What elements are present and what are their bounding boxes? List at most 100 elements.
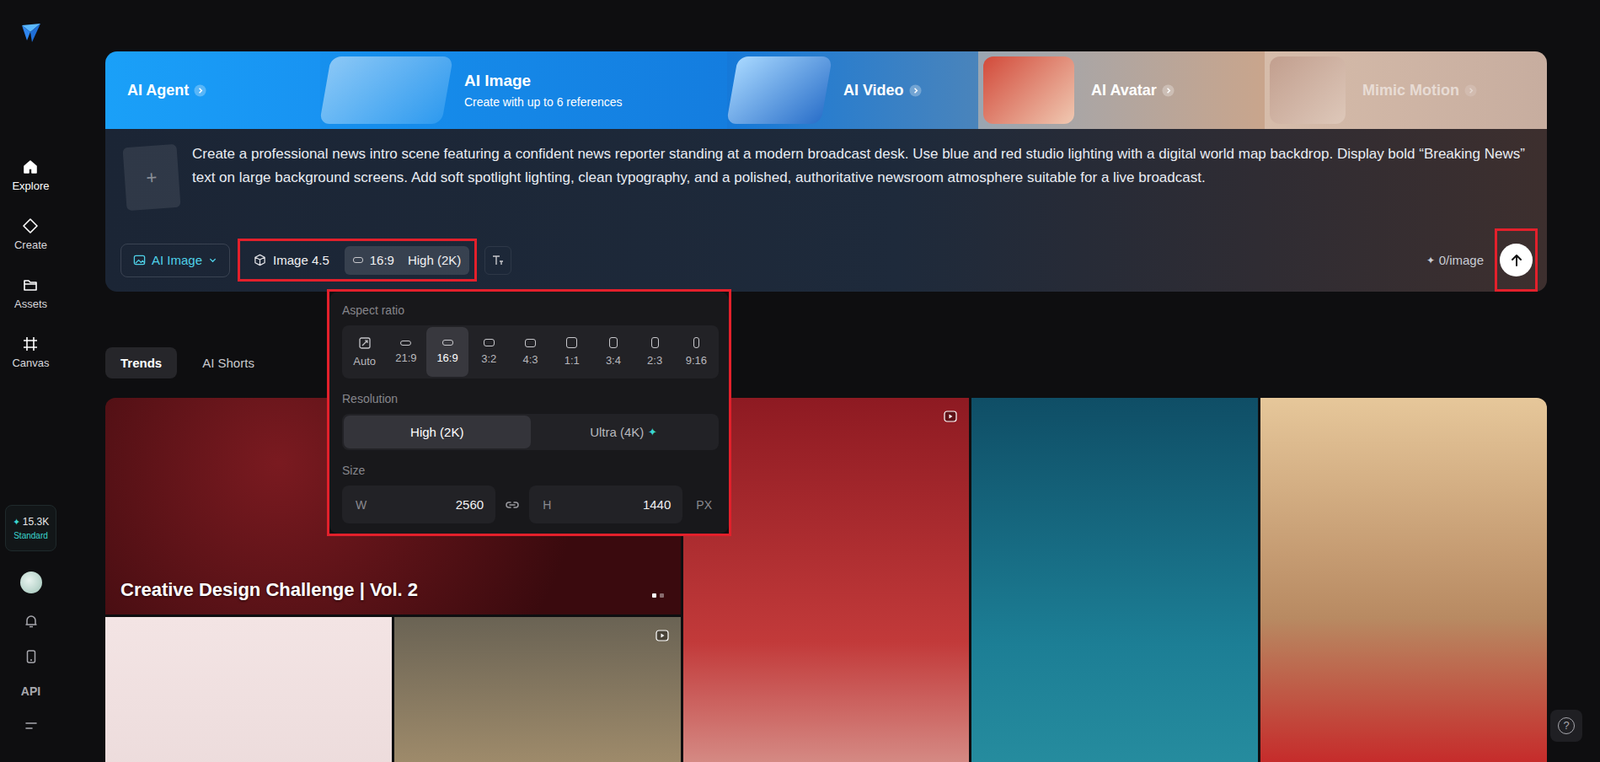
- ratio-resolution-button[interactable]: 16:9 High (2K): [344, 246, 471, 275]
- model-selector[interactable]: Image 4.5: [245, 246, 338, 275]
- image-icon: [133, 253, 146, 267]
- aspect-ratio-label: 21:9: [395, 351, 417, 364]
- folder-icon: [21, 276, 39, 294]
- menu-icon[interactable]: [23, 717, 39, 734]
- mode-tab-text: AI Avatar: [1091, 81, 1175, 100]
- ratio-label: 16:9: [369, 252, 395, 268]
- help-button[interactable]: ?: [1550, 709, 1583, 742]
- credits-amount: 15.3K: [22, 515, 49, 528]
- chevron-right-icon: [193, 84, 207, 97]
- ratio-shape-icon: [609, 337, 618, 348]
- mode-dropdown[interactable]: AI Image: [120, 243, 231, 278]
- mode-tab[interactable]: AI Agent: [105, 51, 321, 129]
- mode-tab-text: AI ImageCreate with up to 6 references: [464, 71, 623, 109]
- height-field[interactable]: H1440: [529, 485, 683, 524]
- size-unit: PX: [690, 497, 719, 512]
- user-avatar-icon[interactable]: [20, 571, 43, 594]
- resolution-option[interactable]: High (2K): [343, 415, 531, 449]
- sidebar-nav: Explore Create Assets Canvas: [11, 158, 49, 370]
- mode-illustration: [727, 56, 833, 124]
- mode-tab-subtitle: Create with up to 6 references: [464, 95, 623, 109]
- mode-tab-label: Mimic Motion: [1362, 81, 1460, 100]
- resolution-label: High (2K): [407, 252, 461, 268]
- mode-tab-label: AI Video: [843, 81, 905, 100]
- width-field[interactable]: W2560: [342, 485, 496, 524]
- auto-ratio-icon: [358, 337, 371, 349]
- gallery-card[interactable]: [105, 616, 392, 762]
- mode-tab-text: AI Agent: [127, 81, 207, 100]
- ratio-shape-icon: [651, 337, 659, 348]
- mode-tab-label: AI Avatar: [1091, 81, 1157, 100]
- phone-icon[interactable]: [23, 648, 39, 664]
- mode-tab-text: AI Video: [843, 81, 922, 100]
- mode-tab[interactable]: AI Video: [727, 51, 979, 129]
- aspect-ratio-option[interactable]: 3:4: [592, 326, 634, 377]
- mode-tab-title-row: Mimic Motion: [1362, 81, 1477, 100]
- aspect-ratio-options: Auto 21:9 16:93:2 4:3 1:13:42:3 9:16: [342, 325, 719, 379]
- gallery-card[interactable]: [971, 397, 1258, 762]
- mode-tab[interactable]: AI Avatar: [978, 51, 1265, 129]
- sidebar-footer: ✦15.3KStandardAPI: [5, 504, 57, 734]
- sidebar-item[interactable]: Assets: [14, 276, 48, 311]
- sidebar-item-label: Explore: [11, 179, 49, 193]
- mode-tab[interactable]: AI ImageCreate with up to 6 references: [320, 51, 728, 129]
- send-button[interactable]: [1499, 243, 1533, 277]
- arrow-up-icon: [1509, 252, 1525, 268]
- width-value: 2560: [455, 497, 484, 512]
- mode-tab[interactable]: Mimic Motion: [1264, 51, 1547, 129]
- aspect-ratio-option[interactable]: 1:1: [551, 326, 593, 377]
- prompt-input[interactable]: Create a professional news intro scene f…: [192, 142, 1538, 190]
- cube-icon: [253, 253, 267, 267]
- feed-tab[interactable]: AI Shorts: [187, 347, 270, 379]
- main-content: AI AgentAI ImageCreate with up to 6 refe…: [61, 0, 1600, 762]
- video-icon: [655, 628, 669, 643]
- sidebar-item[interactable]: Create: [14, 217, 48, 252]
- credits-plan: Standard: [13, 530, 49, 541]
- gallery-card[interactable]: [1260, 397, 1547, 762]
- aspect-ratio-option[interactable]: Auto: [343, 326, 386, 377]
- sidebar-item[interactable]: Canvas: [11, 335, 49, 370]
- api-link[interactable]: API: [21, 684, 41, 698]
- add-reference-button[interactable]: +: [122, 144, 181, 211]
- sidebar: ExploreCreateAssetsCanvas✦15.3KStandardA…: [0, 0, 62, 762]
- sidebar-item-label: Assets: [14, 297, 48, 311]
- carousel-dot[interactable]: [652, 593, 657, 598]
- diamond-icon: [21, 217, 39, 235]
- canvas-icon: [21, 335, 39, 353]
- aspect-ratio-option[interactable]: 3:2: [468, 326, 510, 377]
- chevron-down-icon: [208, 255, 218, 265]
- aspect-ratio-option[interactable]: 16:9: [426, 326, 468, 377]
- text-style-button[interactable]: [484, 246, 512, 275]
- ratio-shape-icon: [442, 339, 454, 346]
- prompt-body: +Create a professional news intro scene …: [120, 142, 1538, 229]
- ratio-icon: [353, 256, 364, 263]
- gallery-card[interactable]: [394, 616, 681, 762]
- feed-tab[interactable]: Trends: [105, 347, 177, 379]
- mode-illustration: [1269, 56, 1346, 124]
- chevron-right-icon: [909, 84, 922, 97]
- aspect-ratio-label: 9:16: [685, 353, 707, 367]
- mode-tab-title-row: AI Video: [843, 81, 922, 100]
- prompt-panel: +Create a professional news intro scene …: [105, 128, 1547, 292]
- aspect-ratio-option[interactable]: 21:9: [385, 326, 427, 377]
- mode-tab-text: Mimic Motion: [1362, 81, 1477, 100]
- sidebar-item[interactable]: Explore: [11, 158, 49, 193]
- prompt-toolbar: AI ImageImage 4.516:9High (2K)✦0/image: [120, 228, 1538, 292]
- bell-icon[interactable]: [23, 613, 39, 629]
- carousel-dot[interactable]: [659, 593, 664, 598]
- aspect-ratio-label: 4:3: [522, 353, 538, 366]
- ratio-shape-icon: [483, 338, 495, 347]
- link-icon[interactable]: [503, 496, 521, 514]
- aspect-ratio-option[interactable]: 4:3: [509, 326, 552, 377]
- mode-tab-label: AI Agent: [127, 81, 189, 100]
- credits-badge[interactable]: ✦15.3KStandard: [5, 504, 57, 552]
- generation-settings: Image 4.5 16:9 High (2K): [237, 238, 477, 282]
- logo-icon[interactable]: [20, 21, 43, 44]
- aspect-ratio-option[interactable]: 2:3: [634, 326, 676, 377]
- resolution-options: High (2K)Ultra (4K)✦: [342, 413, 719, 450]
- card-caption: Creative Design Challenge | Vol. 2: [120, 578, 418, 601]
- home-icon: [21, 158, 39, 176]
- resolution-title: Resolution: [342, 391, 719, 406]
- resolution-option[interactable]: Ultra (4K)✦: [530, 415, 718, 449]
- aspect-ratio-option[interactable]: 9:16: [675, 326, 718, 377]
